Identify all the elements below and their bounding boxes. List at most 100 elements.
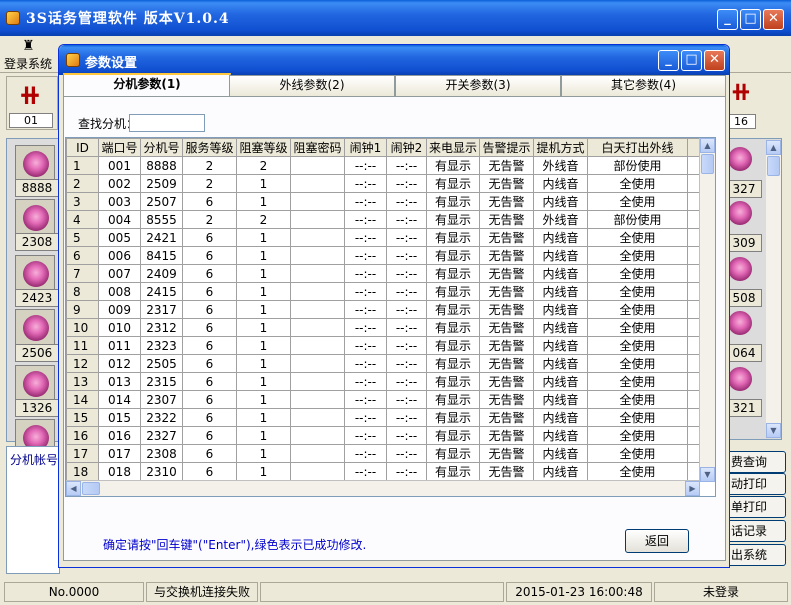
- table-cell[interactable]: [290, 444, 345, 463]
- table-cell[interactable]: 2312: [140, 318, 183, 337]
- table-cell[interactable]: 有显示: [426, 390, 480, 409]
- table-cell[interactable]: --:--: [344, 264, 387, 283]
- table-cell[interactable]: 6: [182, 228, 237, 247]
- table-cell[interactable]: 无告警: [479, 444, 534, 463]
- table-cell[interactable]: 015: [98, 408, 141, 427]
- scroll-left-icon[interactable]: ◀: [66, 481, 81, 496]
- table-cell[interactable]: 全使用: [587, 246, 688, 265]
- table-cell[interactable]: --:--: [344, 372, 387, 391]
- table-cell[interactable]: 全使用: [587, 408, 688, 427]
- table-cell[interactable]: 有显示: [426, 192, 480, 211]
- table-cell[interactable]: 2: [182, 174, 237, 193]
- table-cell[interactable]: 1: [236, 192, 291, 211]
- table-cell[interactable]: 011: [98, 336, 141, 355]
- table-row[interactable]: 12 012 2505 6 1 --:-- --:-- 有显示 无告警 内线音 全使用: [66, 354, 715, 373]
- table-cell[interactable]: 016: [98, 426, 141, 445]
- table-cell[interactable]: 010: [98, 318, 141, 337]
- table-cell[interactable]: 001: [98, 156, 141, 175]
- table-cell[interactable]: 6: [182, 264, 237, 283]
- table-cell[interactable]: 无告警: [479, 408, 534, 427]
- table-cell[interactable]: 无告警: [479, 156, 534, 175]
- table-cell[interactable]: --:--: [344, 192, 387, 211]
- table-cell[interactable]: [290, 336, 345, 355]
- table-cell[interactable]: --:--: [386, 192, 427, 211]
- table-cell[interactable]: 内线音: [533, 336, 588, 355]
- table-cell[interactable]: 2322: [140, 408, 183, 427]
- table-cell[interactable]: 部份使用: [587, 156, 688, 175]
- table-cell[interactable]: 6: [182, 426, 237, 445]
- call-records-button[interactable]: 话记录: [724, 520, 786, 542]
- table-cell[interactable]: 内线音: [533, 408, 588, 427]
- table-cell[interactable]: 6: [182, 318, 237, 337]
- table-cell[interactable]: --:--: [344, 390, 387, 409]
- table-cell[interactable]: 1: [236, 408, 291, 427]
- column-header[interactable]: 阻塞等级: [236, 138, 291, 157]
- table-row[interactable]: 8 008 2415 6 1 --:-- --:-- 有显示 无告警 内线音 全使用: [66, 282, 715, 301]
- table-row[interactable]: 17 017 2308 6 1 --:-- --:-- 有显示 无告警 内线音 全使用: [66, 444, 715, 463]
- login-button[interactable]: 登录系统: [4, 55, 52, 72]
- maximize-icon[interactable]: □: [681, 50, 702, 71]
- table-cell[interactable]: 无告警: [479, 372, 534, 391]
- extension-grid[interactable]: ID 端口号 分机号 服务等级 阻塞等级 阻塞密码 闹钟1 闹钟2 来电显示 告警提示 提机方式 白天…: [65, 137, 716, 497]
- table-cell[interactable]: 外线音: [533, 156, 588, 175]
- table-cell[interactable]: 有显示: [426, 462, 480, 481]
- right-scrollbar[interactable]: ▲ ▼: [766, 140, 781, 438]
- table-cell[interactable]: 6: [182, 444, 237, 463]
- table-cell[interactable]: 全使用: [587, 264, 688, 283]
- table-cell[interactable]: 内线音: [533, 174, 588, 193]
- table-cell[interactable]: 有显示: [426, 264, 480, 283]
- scroll-up-icon[interactable]: ▲: [766, 140, 781, 155]
- table-cell[interactable]: [290, 282, 345, 301]
- table-row[interactable]: 3 003 2507 6 1 --:-- --:-- 有显示 无告警 内线音 全使用: [66, 192, 715, 211]
- scroll-up-icon[interactable]: ▲: [700, 138, 715, 153]
- scroll-thumb[interactable]: [701, 154, 714, 174]
- table-cell[interactable]: [290, 390, 345, 409]
- table-row[interactable]: 13 013 2315 6 1 --:-- --:-- 有显示 无告警 内线音 全使用: [66, 372, 715, 391]
- tab-extension-params[interactable]: 分机参数(1): [63, 73, 231, 97]
- table-cell[interactable]: [290, 210, 345, 229]
- table-cell[interactable]: 014: [98, 390, 141, 409]
- phone-icon[interactable]: [728, 198, 754, 228]
- table-cell[interactable]: 无告警: [479, 282, 534, 301]
- table-cell[interactable]: 全使用: [587, 372, 688, 391]
- table-cell[interactable]: 2: [236, 156, 291, 175]
- table-cell[interactable]: 009: [98, 300, 141, 319]
- table-cell[interactable]: 2: [236, 210, 291, 229]
- table-cell[interactable]: 无告警: [479, 318, 534, 337]
- table-cell[interactable]: --:--: [386, 408, 427, 427]
- bill-print-button[interactable]: 单打印: [724, 496, 786, 518]
- table-cell[interactable]: 012: [98, 354, 141, 373]
- table-cell[interactable]: [290, 372, 345, 391]
- table-cell[interactable]: 1: [236, 372, 291, 391]
- table-cell[interactable]: 2505: [140, 354, 183, 373]
- table-cell[interactable]: --:--: [344, 210, 387, 229]
- table-cell[interactable]: 2507: [140, 192, 183, 211]
- table-cell[interactable]: 8888: [140, 156, 183, 175]
- table-cell[interactable]: 6: [182, 354, 237, 373]
- table-cell[interactable]: --:--: [386, 336, 427, 355]
- table-cell[interactable]: --:--: [344, 174, 387, 193]
- table-cell[interactable]: --:--: [344, 444, 387, 463]
- row-id-cell[interactable]: 4: [66, 210, 99, 229]
- tab-other-params[interactable]: 其它参数(4): [561, 75, 726, 96]
- table-cell[interactable]: --:--: [386, 246, 427, 265]
- table-cell[interactable]: 6: [182, 336, 237, 355]
- table-cell[interactable]: --:--: [344, 336, 387, 355]
- table-cell[interactable]: [290, 426, 345, 445]
- phone-icon[interactable]: [728, 308, 754, 338]
- table-cell[interactable]: 002: [98, 174, 141, 193]
- table-cell[interactable]: 017: [98, 444, 141, 463]
- table-cell[interactable]: --:--: [386, 426, 427, 445]
- table-cell[interactable]: 无告警: [479, 390, 534, 409]
- table-cell[interactable]: 8415: [140, 246, 183, 265]
- table-cell[interactable]: 有显示: [426, 228, 480, 247]
- table-cell[interactable]: 内线音: [533, 228, 588, 247]
- table-cell[interactable]: --:--: [386, 354, 427, 373]
- row-id-cell[interactable]: 9: [66, 300, 99, 319]
- phone-icon[interactable]: [728, 254, 754, 284]
- phone-icon[interactable]: [15, 365, 55, 403]
- table-cell[interactable]: 2415: [140, 282, 183, 301]
- table-cell[interactable]: --:--: [386, 372, 427, 391]
- table-cell[interactable]: 部份使用: [587, 210, 688, 229]
- table-row[interactable]: 16 016 2327 6 1 --:-- --:-- 有显示 无告警 内线音 全使用: [66, 426, 715, 445]
